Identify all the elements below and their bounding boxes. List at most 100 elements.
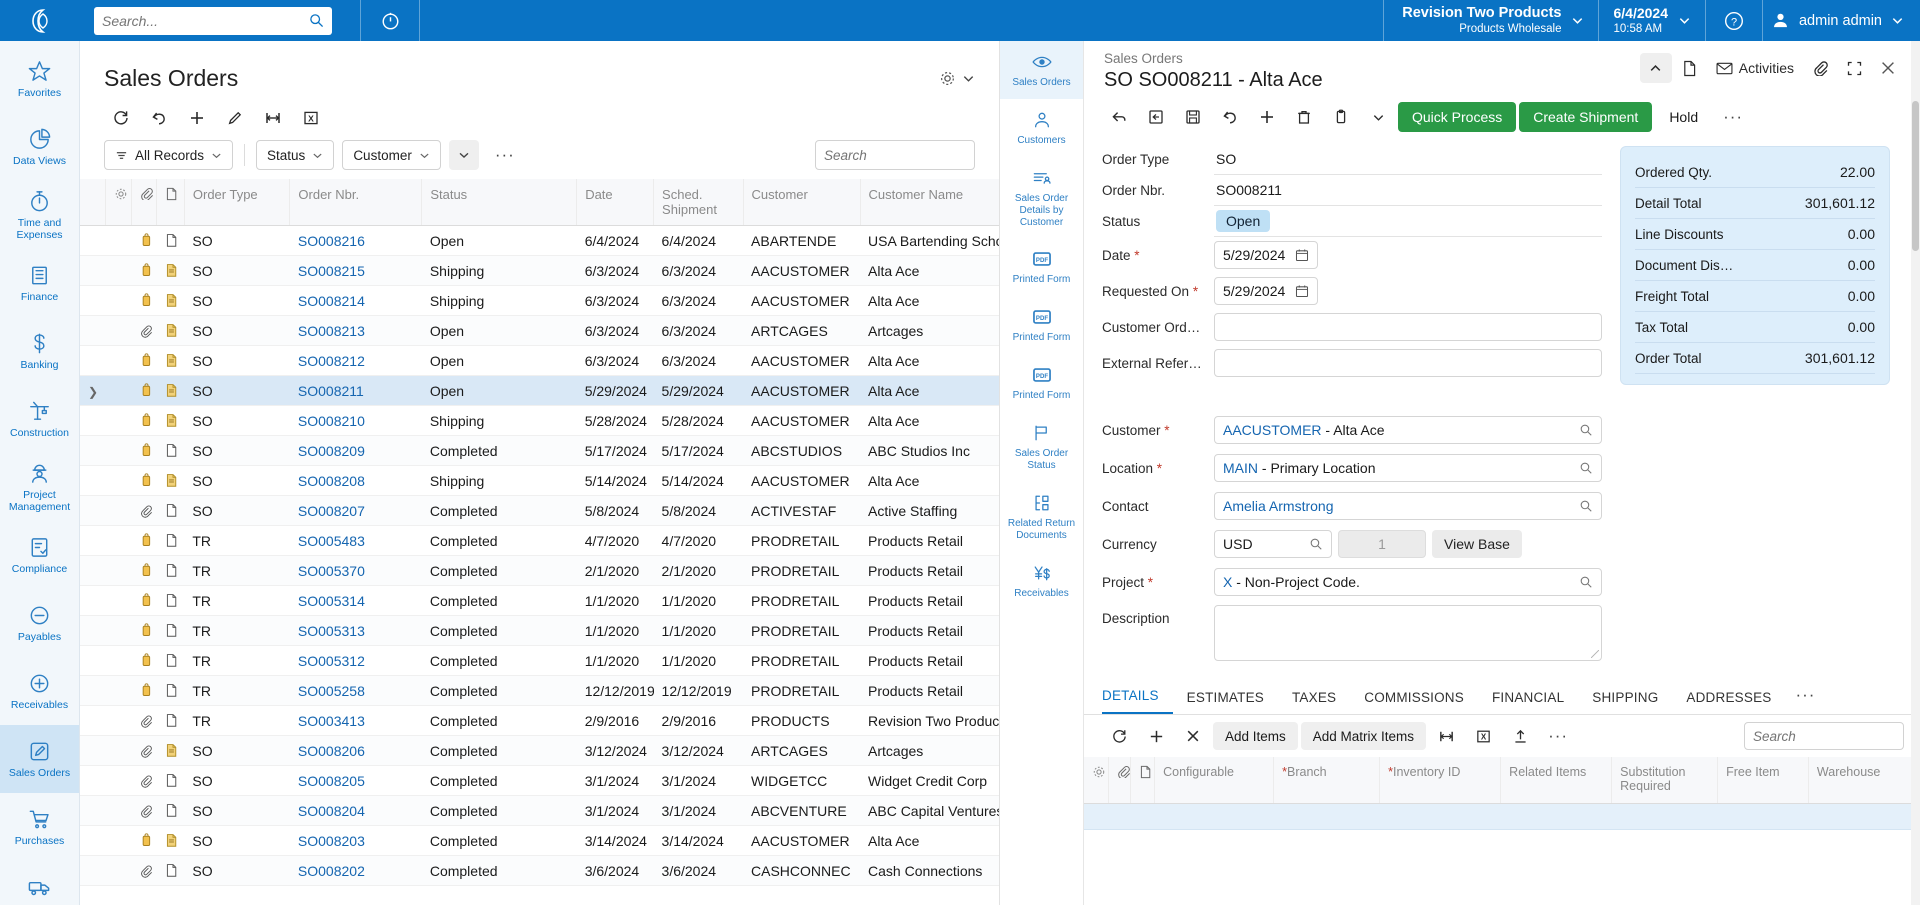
attachment-filled-icon[interactable] (132, 616, 157, 646)
clipboard-chevron-down-icon[interactable] (1361, 102, 1395, 132)
col-header-status[interactable]: Status (422, 179, 577, 226)
quick-process-button[interactable]: Quick Process (1398, 102, 1516, 132)
grid-delete-row-button[interactable] (1176, 721, 1210, 751)
paperclip-icon[interactable] (132, 706, 157, 736)
help-circle-icon[interactable]: ? (1706, 0, 1762, 41)
attachment-filled-icon[interactable] (132, 376, 157, 406)
details-col-header-inventory-id[interactable]: *Inventory ID (1380, 757, 1501, 803)
sidebar-item-banking[interactable]: Banking (0, 317, 79, 385)
order-nbr-link[interactable]: SO008213 (298, 323, 365, 339)
filter-overflow-menu[interactable]: ··· (487, 145, 523, 165)
paperclip-icon[interactable] (132, 796, 157, 826)
grid-fit-width-button[interactable] (1429, 721, 1463, 751)
attachment-filled-icon[interactable] (132, 676, 157, 706)
business-date-selector[interactable]: 6/4/2024 10:58 AM (1599, 0, 1705, 41)
table-row[interactable]: SOSO008204Completed3/1/20243/1/2024ABCVE… (80, 796, 999, 826)
order-nbr-link[interactable]: SO005314 (298, 593, 365, 609)
add-matrix-items-button[interactable]: Add Matrix Items (1301, 722, 1426, 750)
table-row[interactable]: SOSO008210Shipping5/28/20245/28/2024AACU… (80, 406, 999, 436)
side-tab-receivables[interactable]: Receivables (1000, 552, 1083, 610)
attachment-filled-icon[interactable] (132, 346, 157, 376)
note-filled-icon[interactable] (157, 466, 185, 496)
scrollbar-thumb[interactable] (1912, 101, 1919, 251)
edit-pencil-button[interactable] (218, 103, 252, 133)
side-tab-sales-orders[interactable]: Sales Orders (1000, 41, 1083, 99)
attachment-filled-icon[interactable] (132, 406, 157, 436)
table-row[interactable]: SOSO008203Completed3/14/20243/14/2024AAC… (80, 826, 999, 856)
details-col-header-configurable[interactable]: Configurable (1155, 757, 1274, 803)
side-tab-related-return-documents[interactable]: Related Return Documents (1000, 482, 1083, 552)
note-filled-icon[interactable] (157, 406, 185, 436)
row-expand-toggle[interactable] (80, 616, 105, 646)
table-row[interactable]: SOSO008207Completed5/8/20245/8/2024ACTIV… (80, 496, 999, 526)
row-expand-toggle[interactable] (80, 406, 105, 436)
export-excel-button[interactable]: X (294, 103, 328, 133)
details-col-header-free-item[interactable]: Free Item (1718, 757, 1809, 803)
paperclip-icon[interactable] (132, 316, 157, 346)
tab-addresses[interactable]: ADDRESSES (1672, 690, 1785, 714)
grid-upload-button[interactable] (1503, 721, 1537, 751)
sidebar-item-inventory[interactable]: Inventory (0, 861, 79, 905)
external-ref-input[interactable] (1214, 349, 1602, 377)
note-icon[interactable] (157, 796, 185, 826)
table-row[interactable]: SOSO008215Shipping6/3/20246/3/2024AACUST… (80, 256, 999, 286)
cell-order-nbr[interactable]: SO008213 (290, 316, 422, 346)
contact-input[interactable]: Amelia Armstrong (1214, 492, 1602, 520)
add-button[interactable] (180, 103, 214, 133)
row-expand-toggle[interactable] (80, 256, 105, 286)
row-expand-toggle[interactable] (80, 736, 105, 766)
magnifier-icon[interactable] (1579, 499, 1593, 513)
col-header-order-type[interactable]: Order Type (184, 179, 290, 226)
row-expand-toggle[interactable] (80, 466, 105, 496)
cell-order-nbr[interactable]: SO008208 (290, 466, 422, 496)
table-row[interactable]: TRSO005313Completed1/1/20201/1/2020PRODR… (80, 616, 999, 646)
magnifier-icon[interactable] (1579, 423, 1593, 437)
attachment-filled-icon[interactable] (132, 466, 157, 496)
gear-icon[interactable] (1084, 757, 1108, 803)
details-row-empty[interactable] (1084, 803, 1920, 829)
row-expand-toggle[interactable]: ❯ (80, 376, 105, 406)
cell-order-nbr[interactable]: SO008214 (290, 286, 422, 316)
tab-commissions[interactable]: COMMISSIONS (1350, 690, 1478, 714)
sidebar-item-data-views[interactable]: Data Views (0, 113, 79, 181)
attachment-filled-icon[interactable] (132, 256, 157, 286)
customer-filter[interactable]: Customer (342, 140, 441, 170)
details-search-box[interactable] (1744, 722, 1904, 750)
row-expand-toggle[interactable] (80, 346, 105, 376)
create-shipment-button[interactable]: Create Shipment (1519, 102, 1652, 132)
note-icon[interactable] (157, 766, 185, 796)
order-nbr-link[interactable]: SO008207 (298, 503, 365, 519)
attachment-filled-icon[interactable] (132, 436, 157, 466)
sidebar-item-favorites[interactable]: Favorites (0, 45, 79, 113)
note-filled-icon[interactable] (157, 826, 185, 856)
cell-order-nbr[interactable]: SO008211 (290, 376, 422, 406)
attachments-button[interactable] (1804, 53, 1836, 83)
cell-order-nbr[interactable]: SO003413 (290, 706, 422, 736)
row-expand-toggle[interactable] (80, 226, 105, 256)
sidebar-item-time-and-expenses[interactable]: Time and Expenses (0, 181, 79, 249)
order-nbr-link[interactable]: SO008215 (298, 263, 365, 279)
tab-financial[interactable]: FINANCIAL (1478, 690, 1578, 714)
row-expand-toggle[interactable] (80, 316, 105, 346)
order-nbr-link[interactable]: SO008204 (298, 803, 365, 819)
row-expand-toggle[interactable] (80, 586, 105, 616)
grid-refresh-button[interactable] (1102, 721, 1136, 751)
table-row[interactable]: ❯SOSO008211Open5/29/20245/29/2024AACUSTO… (80, 376, 999, 406)
back-button[interactable] (1102, 102, 1136, 132)
attachment-filled-icon[interactable] (132, 526, 157, 556)
fit-width-button[interactable] (256, 103, 290, 133)
cell-order-nbr[interactable]: SO005314 (290, 586, 422, 616)
note-filled-icon[interactable] (157, 736, 185, 766)
search-input[interactable] (102, 13, 309, 29)
refresh-button[interactable] (104, 103, 138, 133)
table-row[interactable]: TRSO005370Completed2/1/20202/1/2020PRODR… (80, 556, 999, 586)
grid-toolbar-overflow[interactable]: ··· (1540, 726, 1576, 746)
row-expand-toggle[interactable] (80, 496, 105, 526)
attachment-filled-icon[interactable] (132, 826, 157, 856)
save-button[interactable] (1176, 102, 1210, 132)
table-row[interactable]: TRSO005312Completed1/1/20201/1/2020PRODR… (80, 646, 999, 676)
add-items-button[interactable]: Add Items (1213, 722, 1298, 750)
order-nbr-link[interactable]: SO008216 (298, 233, 365, 249)
paperclip-icon[interactable] (132, 736, 157, 766)
global-search-box[interactable] (94, 7, 332, 35)
